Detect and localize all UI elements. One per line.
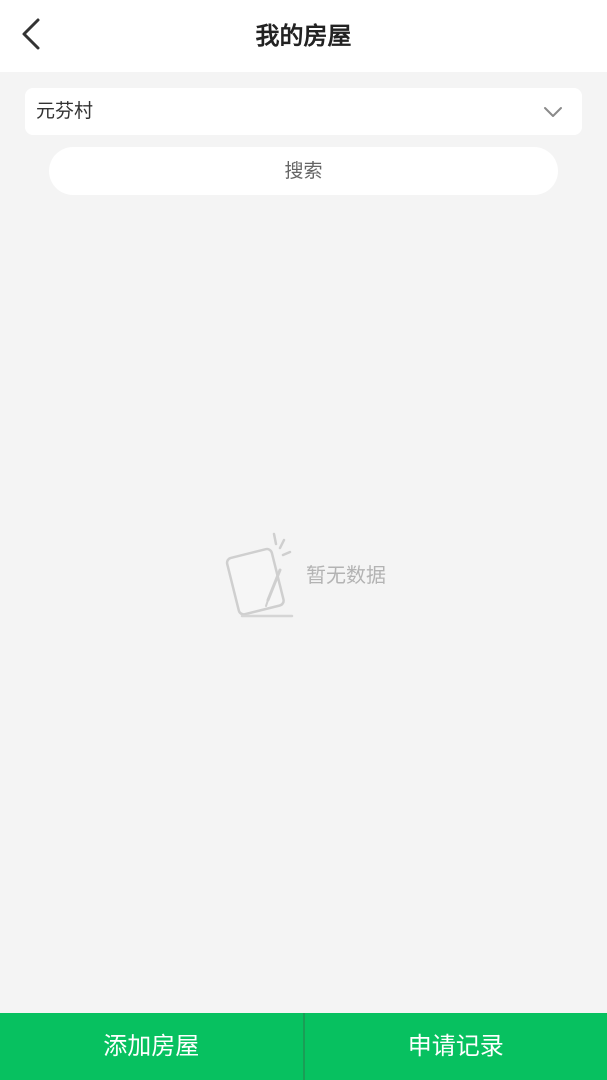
empty-notepad-icon [225, 532, 294, 618]
search-button[interactable]: 搜索 [49, 147, 558, 195]
village-select-value: 元芬村 [36, 100, 94, 122]
empty-state: 暂无数据 [222, 530, 412, 626]
header-bar: 我的房屋 [0, 0, 607, 72]
back-button[interactable] [12, 14, 56, 58]
chevron-down-icon [544, 107, 562, 117]
village-select[interactable]: 元芬村 [25, 88, 582, 135]
application-records-button[interactable]: 申请记录 [305, 1013, 607, 1080]
add-house-button[interactable]: 添加房屋 [0, 1013, 303, 1080]
empty-state-text: 暂无数据 [306, 563, 386, 587]
bottom-action-bar: 添加房屋 申请记录 [0, 1013, 607, 1080]
chevron-left-icon [22, 18, 40, 50]
page-title: 我的房屋 [255, 22, 352, 50]
